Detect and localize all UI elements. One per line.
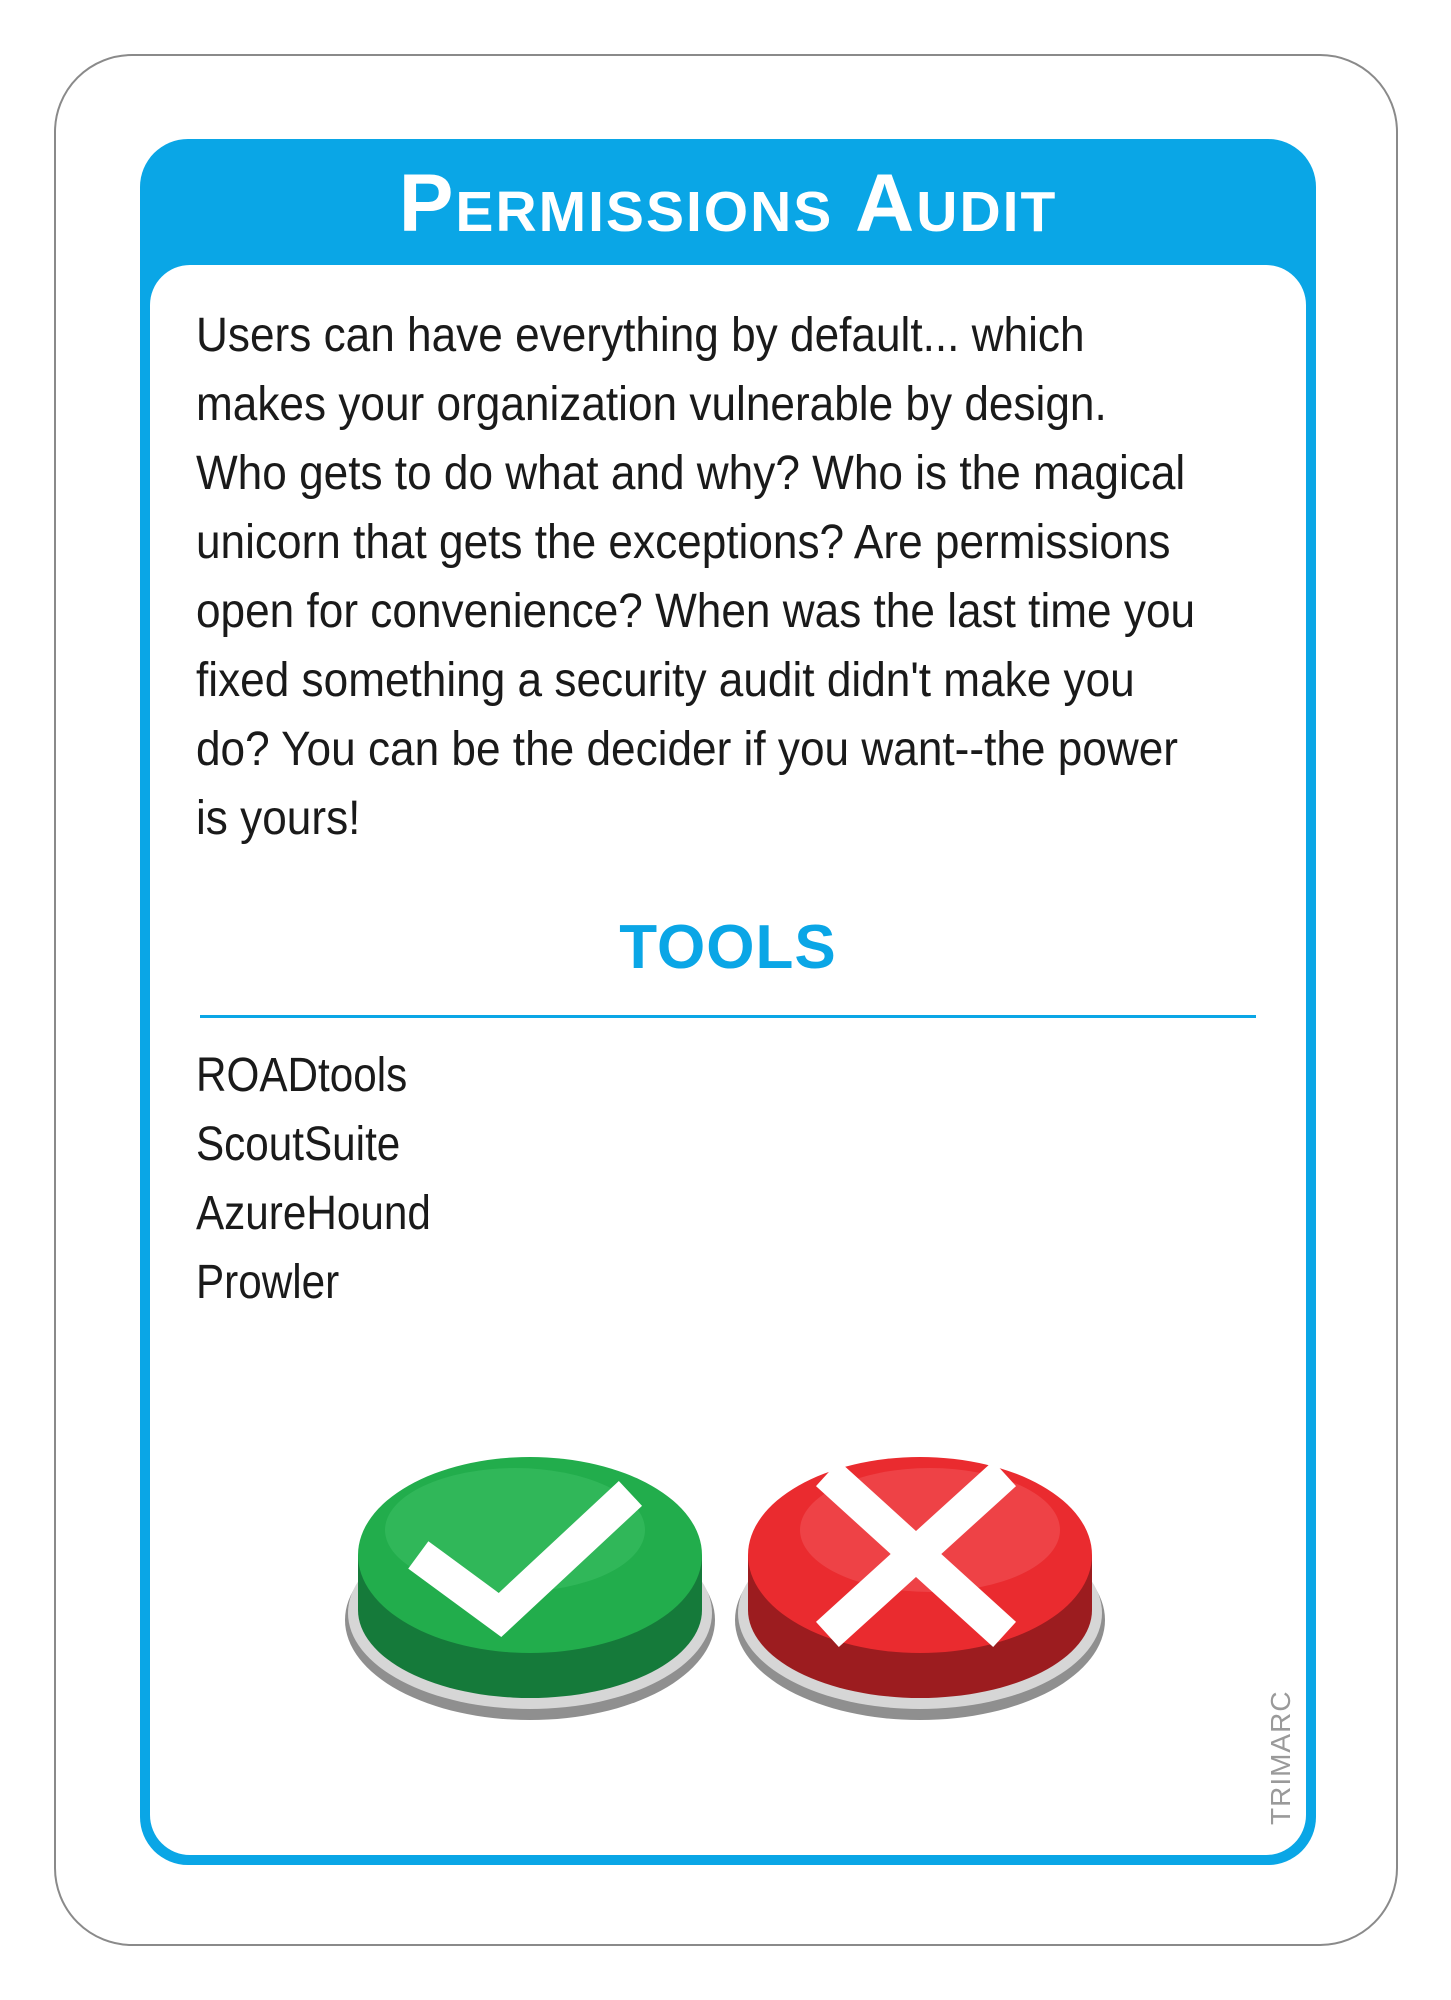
card-panel: Permissions Audit Users can have everyth…	[140, 139, 1316, 1865]
card-title: Permissions Audit	[398, 158, 1058, 249]
tool-item: Prowler	[196, 1256, 340, 1309]
tools-divider	[200, 1015, 1256, 1018]
tool-item: ROADtools	[196, 1049, 408, 1102]
tool-item: ScoutSuite	[196, 1118, 401, 1171]
accept-button[interactable]	[340, 1405, 720, 1735]
reject-button[interactable]	[730, 1405, 1110, 1735]
card-content: Users can have everything by default... …	[150, 265, 1306, 1855]
tool-item: AzureHound	[196, 1187, 431, 1240]
tools-list: ROADtools ScoutSuite AzureHound Prowler	[196, 1041, 431, 1317]
brand-text: TRIMARC	[1265, 1690, 1296, 1825]
card-description: Users can have everything by default... …	[196, 309, 1196, 845]
tools-heading: TOOLS	[619, 913, 837, 982]
brand-label: TRIMARC	[1265, 1690, 1296, 1849]
